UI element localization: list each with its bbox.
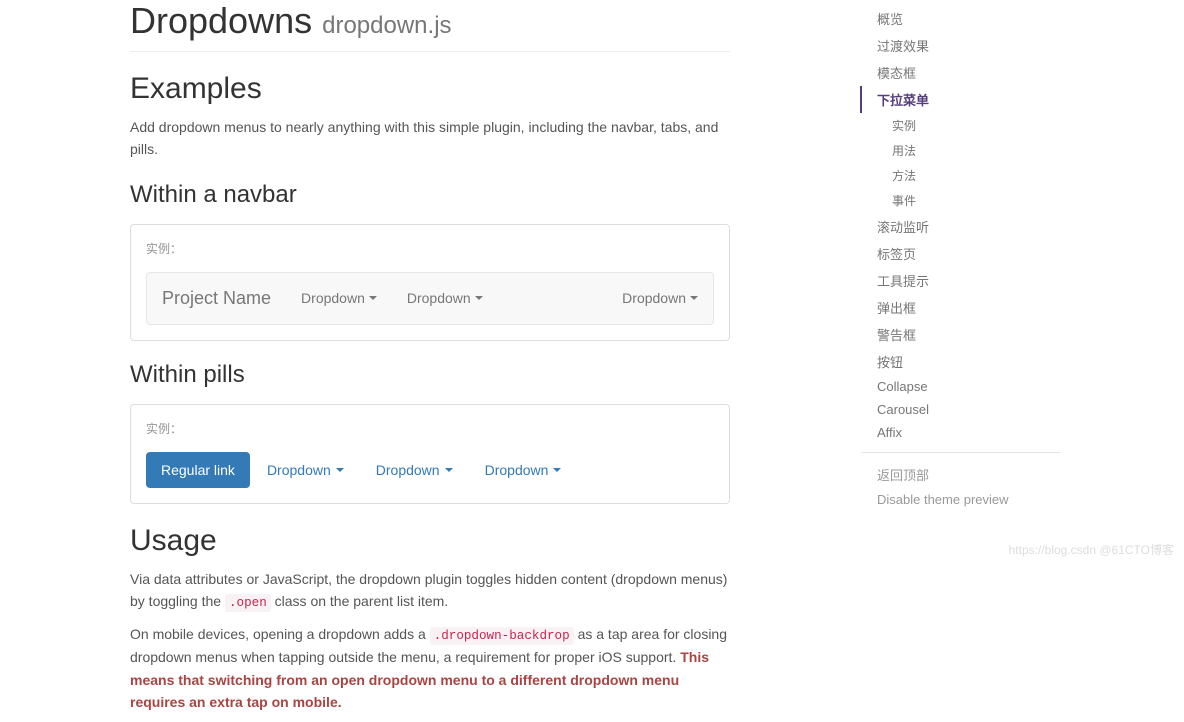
pills-example-box: 实例： Regular link Dropdown Dropdown Dropd… [130, 404, 730, 504]
sidebar-item-carousel[interactable]: Carousel [860, 398, 1060, 421]
caret-icon [336, 468, 344, 472]
examples-heading: Examples [130, 72, 730, 106]
sidebar-item-events[interactable]: 事件 [860, 188, 1060, 213]
sidebar-divider [860, 452, 1060, 453]
sidebar-item-examples[interactable]: 实例 [860, 113, 1060, 138]
sidebar-item-tooltips[interactable]: 工具提示 [860, 267, 1060, 294]
sidebar-item-popovers[interactable]: 弹出框 [860, 294, 1060, 321]
usage-para-1: Via data attributes or JavaScript, the d… [130, 568, 730, 614]
sidebar-item-modals[interactable]: 模态框 [860, 59, 1060, 86]
main-content: Dropdowns dropdown.js Examples Add dropd… [0, 0, 860, 722]
sidebar-item-dropdowns[interactable]: 下拉菜单 [860, 86, 1060, 113]
sidebar: 概览 过渡效果 模态框 下拉菜单 实例 用法 方法 事件 滚动监听 标签页 工具… [860, 0, 1060, 722]
caret-icon [553, 468, 561, 472]
sidebar-item-transitions[interactable]: 过渡效果 [860, 32, 1060, 59]
sidebar-item-collapse[interactable]: Collapse [860, 375, 1060, 398]
dropdown-label: Dropdown [485, 462, 549, 478]
text: On mobile devices, opening a dropdown ad… [130, 626, 430, 642]
sidebar-item-tabs[interactable]: 标签页 [860, 240, 1060, 267]
page-title: Dropdowns dropdown.js [130, 0, 730, 42]
title-text: Dropdowns [130, 0, 312, 41]
dropdown-label: Dropdown [301, 290, 365, 306]
title-subtitle: dropdown.js [322, 12, 451, 39]
pill-dropdown-2[interactable]: Dropdown [361, 452, 468, 488]
sidebar-item-overview[interactable]: 概览 [860, 5, 1060, 32]
dropdown-label: Dropdown [407, 290, 471, 306]
code-open: .open [225, 594, 271, 612]
examples-intro: Add dropdown menus to nearly anything wi… [130, 116, 730, 161]
dropdown-label: Dropdown [376, 462, 440, 478]
navbar-dropdown-right[interactable]: Dropdown [607, 275, 713, 321]
navbar: Project Name Dropdown Dropdown Dropdown [146, 272, 714, 325]
pill-dropdown-3[interactable]: Dropdown [470, 452, 577, 488]
caret-icon [445, 468, 453, 472]
watermark: https://blog.csdn @61CTO博客 [1009, 541, 1174, 558]
dropdown-label: Dropdown [267, 462, 331, 478]
navbar-example-box: 实例： Project Name Dropdown Dropdown Dropd… [130, 224, 730, 341]
caret-icon [475, 296, 483, 300]
sidebar-disable-theme[interactable]: Disable theme preview [860, 488, 1060, 511]
navbar-brand[interactable]: Project Name [147, 273, 286, 324]
sidebar-item-affix[interactable]: Affix [860, 421, 1060, 444]
navbar-dropdown-2[interactable]: Dropdown [392, 275, 498, 321]
page-header: Dropdowns dropdown.js [130, 0, 730, 52]
usage-para-2: On mobile devices, opening a dropdown ad… [130, 623, 730, 713]
sidebar-item-scrollspy[interactable]: 滚动监听 [860, 213, 1060, 240]
code-backdrop: .dropdown-backdrop [430, 627, 574, 645]
sidebar-item-alerts[interactable]: 警告框 [860, 321, 1060, 348]
caret-icon [690, 296, 698, 300]
text: class on the parent list item. [275, 593, 449, 609]
sidebar-item-buttons[interactable]: 按钮 [860, 348, 1060, 375]
sidebar-item-usage[interactable]: 用法 [860, 138, 1060, 163]
example-label-pills: 实例： [146, 420, 714, 437]
pills-heading: Within pills [130, 361, 730, 389]
pill-dropdown-1[interactable]: Dropdown [252, 452, 359, 488]
usage-heading: Usage [130, 524, 730, 558]
example-label-navbar: 实例： [146, 240, 714, 257]
caret-icon [369, 296, 377, 300]
sidebar-nav: 概览 过渡效果 模态框 下拉菜单 实例 用法 方法 事件 滚动监听 标签页 工具… [860, 5, 1060, 511]
navbar-dropdown-1[interactable]: Dropdown [286, 275, 392, 321]
pills-nav: Regular link Dropdown Dropdown Dropdown [146, 452, 714, 488]
pill-regular-link[interactable]: Regular link [146, 452, 250, 488]
sidebar-back-to-top[interactable]: 返回顶部 [860, 461, 1060, 488]
navbar-heading: Within a navbar [130, 181, 730, 209]
sidebar-item-methods[interactable]: 方法 [860, 163, 1060, 188]
dropdown-label: Dropdown [622, 290, 686, 306]
